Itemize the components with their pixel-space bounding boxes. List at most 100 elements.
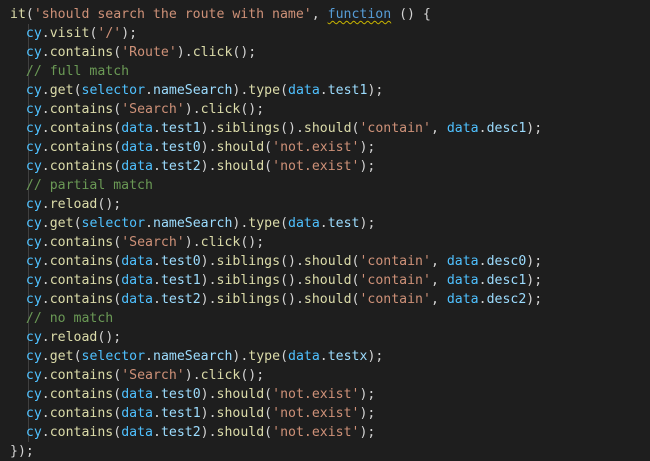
code-identifier: data — [288, 83, 320, 98]
code-lines[interactable]: it('should search the route with name', … — [10, 5, 650, 461]
code-punctuation: ). — [200, 406, 217, 421]
code-identifier: cy — [25, 235, 42, 250]
code-line[interactable]: // no match — [10, 309, 650, 328]
code-punctuation: . — [152, 406, 161, 421]
code-line[interactable]: cy.contains('Search').click(); — [10, 233, 650, 252]
code-punctuation: ); — [526, 121, 543, 136]
code-punctuation: (); — [97, 330, 122, 345]
code-string: 'Route' — [121, 45, 177, 60]
code-line[interactable]: cy.contains(data.test1).should('not.exis… — [10, 404, 650, 423]
code-line[interactable]: cy.contains('Route').click(); — [10, 43, 650, 62]
code-punctuation: . — [152, 159, 161, 174]
code-punctuation: . — [152, 121, 161, 136]
code-line[interactable]: cy.contains(data.test0).should('not.exis… — [10, 138, 650, 157]
code-function-name: click — [200, 102, 241, 117]
code-function-name: contains — [49, 140, 114, 155]
code-punctuation: . — [478, 121, 487, 136]
code-property: nameSearch — [153, 349, 233, 364]
code-identifier: data — [121, 273, 153, 288]
code-punctuation: ). — [232, 349, 249, 364]
code-punctuation: ). — [176, 45, 193, 60]
code-line[interactable]: cy.contains(data.test1).siblings().shoul… — [10, 119, 650, 138]
code-punctuation — [10, 64, 26, 79]
code-line[interactable]: cy.get(selector.nameSearch).type(data.te… — [10, 81, 650, 100]
code-punctuation: }); — [10, 444, 34, 459]
code-identifier: cy — [25, 45, 42, 60]
code-editor[interactable]: it('should search the route with name', … — [0, 0, 650, 461]
code-punctuation: (). — [280, 273, 304, 288]
code-line[interactable]: cy.contains(data.test2).siblings().shoul… — [10, 290, 650, 309]
code-line[interactable]: // full match — [10, 62, 650, 81]
code-punctuation: ). — [200, 140, 217, 155]
code-text: cy.contains(data.test0).should('not.exis… — [10, 387, 375, 402]
code-line[interactable]: // partial match — [10, 176, 650, 195]
code-identifier: cy — [25, 330, 42, 345]
code-line[interactable]: cy.contains(data.test2).should('not.exis… — [10, 423, 650, 442]
code-punctuation: . — [41, 197, 50, 212]
code-punctuation: . — [41, 83, 50, 98]
code-punctuation: (); — [240, 102, 265, 117]
code-line[interactable]: cy.get(selector.nameSearch).type(data.te… — [10, 214, 650, 233]
code-line[interactable]: cy.reload(); — [10, 328, 650, 347]
code-function-name: siblings — [216, 254, 281, 269]
code-identifier: cy — [25, 273, 42, 288]
code-punctuation: ( — [264, 406, 273, 421]
code-line[interactable]: cy.contains(data.test0).siblings().shoul… — [10, 252, 650, 271]
code-punctuation: ( — [264, 159, 273, 174]
code-line[interactable]: cy.contains(data.test2).should('not.exis… — [10, 157, 650, 176]
code-punctuation: . — [145, 216, 153, 231]
code-punctuation: ). — [184, 235, 201, 250]
code-property: test0 — [160, 387, 201, 402]
code-text: cy.contains(data.test2).siblings().shoul… — [10, 292, 542, 307]
code-line[interactable]: cy.contains(data.test0).should('not.exis… — [10, 385, 650, 404]
code-text: cy.reload(); — [10, 197, 121, 212]
code-identifier: cy — [25, 292, 42, 307]
code-line[interactable]: cy.contains('Search').click(); — [10, 100, 650, 119]
code-punctuation: . — [478, 292, 487, 307]
code-punctuation — [10, 254, 26, 269]
code-function-name: should — [216, 406, 265, 421]
code-line[interactable]: cy.contains('Search').click(); — [10, 366, 650, 385]
code-string: 'Search' — [121, 235, 185, 250]
code-property: desc1 — [486, 121, 527, 136]
code-identifier: data — [121, 425, 153, 440]
code-function-name: should — [303, 292, 352, 307]
code-text: cy.contains(data.test2).should('not.exis… — [10, 159, 375, 174]
code-function-name: should — [216, 159, 265, 174]
code-text: cy.contains('Route').click(); — [10, 45, 256, 60]
code-punctuation: ( — [73, 83, 82, 98]
code-string: 'not.exist' — [272, 159, 360, 174]
code-property: nameSearch — [153, 216, 233, 231]
code-function-name: should — [303, 121, 352, 136]
code-property: desc0 — [486, 254, 527, 269]
code-string: 'Search' — [121, 102, 185, 117]
code-identifier: data — [121, 159, 153, 174]
code-punctuation: . — [41, 349, 50, 364]
code-punctuation — [10, 349, 26, 364]
code-line[interactable]: cy.contains(data.test1).siblings().shoul… — [10, 271, 650, 290]
code-string: 'contain' — [359, 254, 431, 269]
code-identifier: data — [446, 292, 479, 307]
code-punctuation: ). — [200, 425, 217, 440]
code-punctuation: ); — [367, 83, 384, 98]
code-function-name: click — [200, 235, 241, 250]
code-property: test1 — [160, 121, 201, 136]
code-punctuation — [10, 45, 26, 60]
code-line[interactable]: it('should search the route with name', … — [10, 5, 650, 24]
code-identifier: selector — [81, 216, 146, 231]
code-identifier: cy — [25, 387, 42, 402]
code-identifier: cy — [25, 159, 42, 174]
code-line[interactable]: cy.visit('/'); — [10, 24, 650, 43]
code-function-name: type — [248, 349, 281, 364]
code-punctuation — [10, 311, 26, 326]
code-function-name: contains — [49, 45, 114, 60]
code-line[interactable]: cy.reload(); — [10, 195, 650, 214]
code-text: cy.get(selector.nameSearch).type(data.te… — [10, 216, 376, 231]
code-punctuation: ). — [184, 102, 201, 117]
code-line[interactable]: }); — [10, 442, 650, 461]
code-punctuation: ). — [200, 292, 217, 307]
code-identifier: data — [121, 140, 153, 155]
code-line[interactable]: cy.get(selector.nameSearch).type(data.te… — [10, 347, 650, 366]
code-function-name: contains — [49, 387, 114, 402]
code-punctuation: . — [145, 83, 153, 98]
